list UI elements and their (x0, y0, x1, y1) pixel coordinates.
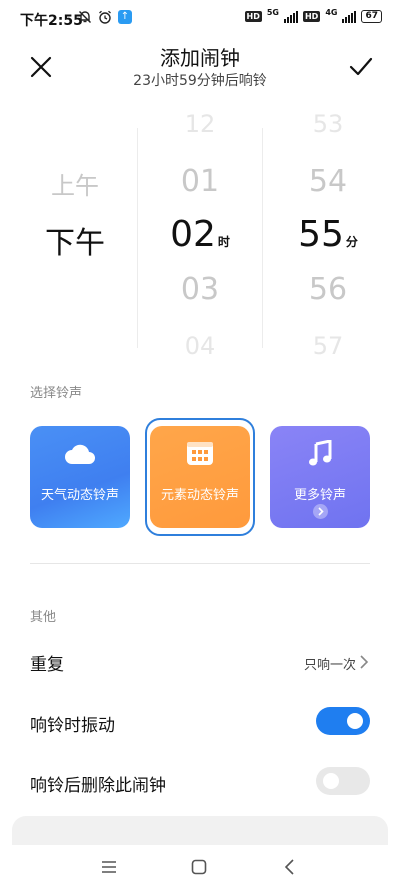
home-square-icon[interactable] (189, 857, 209, 877)
app-update-icon: ↑ (118, 10, 132, 24)
menu-icon[interactable] (99, 857, 119, 877)
check-icon[interactable] (348, 54, 374, 80)
repeat-value: 只响一次 (303, 658, 356, 673)
ampm-wheel[interactable]: 上午 下午 (20, 110, 130, 360)
status-bar: 下午2:55 ↑ HD 5G HD 4G 67 (0, 0, 400, 36)
ringtone-card-element[interactable]: 元素动态铃声 (150, 426, 250, 528)
battery-indicator: 67 (361, 10, 382, 23)
ringtone-card-label: 天气动态铃声 (40, 488, 119, 503)
minute-option[interactable]: 56 (268, 272, 388, 307)
repeat-row[interactable]: 重复 只响一次 (0, 634, 400, 692)
status-right-icons: HD 5G HD 4G 67 (244, 8, 382, 23)
vibrate-label: 响铃时振动 (30, 716, 115, 736)
minute-option[interactable]: 54 (268, 164, 388, 199)
delete-after-ring-row: 响铃后删除此闹钟 (0, 753, 400, 811)
hour-option[interactable]: 01 (140, 164, 260, 199)
signal-icon-2 (342, 10, 357, 23)
hd-badge-2: HD (302, 11, 321, 22)
status-time: 下午2:55 (20, 13, 83, 29)
minute-wheel[interactable]: 53 54 55 分 56 57 (268, 110, 388, 360)
hour-option[interactable]: 12 (140, 110, 260, 138)
other-section-label: 其他 (30, 610, 57, 625)
music-note-icon (309, 440, 332, 466)
delete-after-ring-toggle[interactable] (316, 767, 370, 795)
hd-badge-1: HD (244, 11, 262, 22)
repeat-label: 重复 (30, 655, 64, 675)
hour-selected-row[interactable]: 02 时 (140, 214, 260, 255)
hour-wheel[interactable]: 12 01 02 时 03 04 (140, 110, 260, 360)
chevron-right-icon (313, 504, 328, 519)
hour-unit: 时 (217, 235, 230, 249)
ringtone-card-more[interactable]: 更多铃声 (270, 426, 370, 528)
hour-selected: 02 (170, 214, 216, 255)
toggle-knob (323, 773, 339, 789)
signal-icon-1 (283, 10, 298, 23)
toggle-knob (347, 713, 363, 729)
minute-selected-row[interactable]: 55 分 (268, 214, 388, 255)
section-divider (30, 563, 370, 564)
page-title: 添加闹钟 (160, 46, 240, 70)
minute-option[interactable]: 53 (268, 110, 388, 138)
delete-after-ring-label: 响铃后删除此闹钟 (30, 776, 166, 796)
ringtone-card-label: 元素动态铃声 (160, 488, 239, 503)
ampm-option[interactable]: 上午 (20, 166, 130, 201)
ringtone-cards: 天气动态铃声 元素动态铃声 更多铃声 (0, 418, 400, 536)
network-type-1: 5G (266, 8, 279, 17)
hour-option[interactable]: 03 (140, 272, 260, 307)
ringtone-card-label: 更多铃声 (293, 488, 346, 503)
minute-option[interactable]: 57 (268, 332, 388, 360)
picker-divider (137, 128, 138, 348)
header: 添加闹钟 23小时59分钟后响铃 (0, 36, 400, 108)
minute-selected: 55 (298, 214, 344, 255)
time-picker: 上午 下午 12 01 02 时 03 04 53 54 55 分 56 57 (0, 110, 400, 360)
picker-divider (262, 128, 263, 348)
alarm-clock-icon (99, 10, 111, 24)
cloud-icon (65, 444, 95, 464)
system-nav-bar (0, 845, 400, 889)
ringtone-card-weather[interactable]: 天气动态铃声 (30, 426, 130, 528)
calendar-grid-icon (187, 442, 213, 465)
ring-countdown: 23小时59分钟后响铃 (133, 73, 267, 89)
ringtone-section-label: 选择铃声 (30, 386, 83, 401)
network-type-2: 4G (325, 8, 338, 17)
hour-option[interactable]: 04 (140, 332, 260, 360)
bell-off-icon (79, 11, 91, 23)
vibrate-row: 响铃时振动 (0, 693, 400, 751)
chevron-right-icon (360, 655, 369, 669)
ampm-selected[interactable]: 下午 (20, 218, 130, 262)
back-chevron-icon[interactable] (280, 857, 300, 877)
status-left-icons: ↑ (78, 10, 132, 24)
minute-unit: 分 (345, 235, 358, 249)
vibrate-toggle[interactable] (316, 707, 370, 735)
